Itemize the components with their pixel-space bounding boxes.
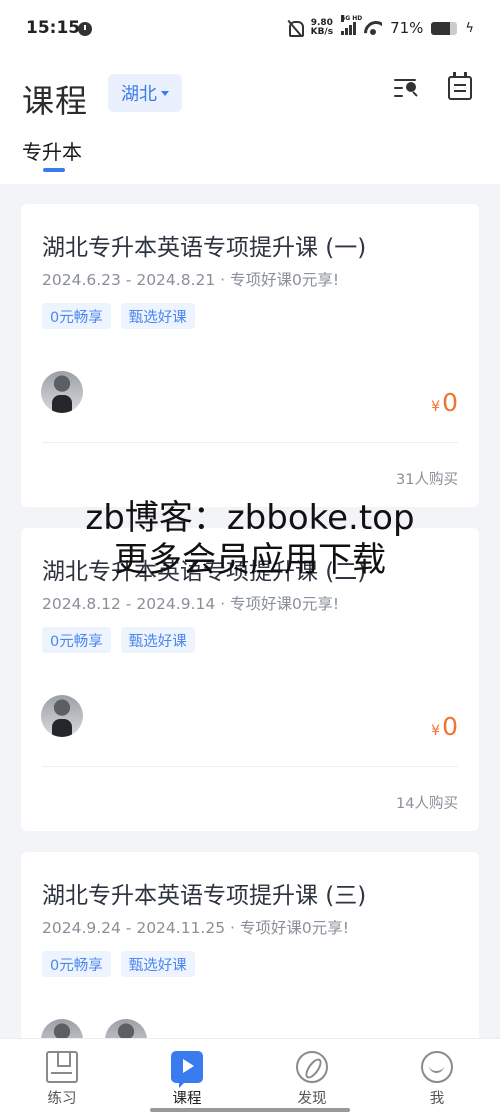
course-meta: 2024.8.12 - 2024.9.14 · 专项好课0元享! (42, 595, 340, 613)
calendar-icon[interactable] (448, 72, 472, 100)
nav-label: 我 (429, 1091, 445, 1107)
compass-icon (296, 1051, 328, 1083)
course-meta: 2024.9.24 - 2024.11.25 · 专项好课0元享! (42, 919, 349, 937)
region-selector[interactable]: 湖北 (108, 74, 182, 112)
price-value: 0 (442, 712, 458, 741)
search-list-icon[interactable] (394, 76, 420, 100)
price-value: 0 (442, 388, 458, 417)
watermark-line: 更多会员应用下载 (114, 540, 386, 580)
nav-item-me[interactable]: 我 (392, 1039, 482, 1115)
avatar (41, 695, 83, 737)
network-speed: 9.80 KB/s (311, 19, 333, 37)
course-tags: 0元畅享 甄选好课 (42, 627, 195, 653)
divider (42, 442, 458, 443)
signal-label: 5G HD (341, 15, 363, 22)
wifi-icon (364, 21, 382, 35)
course-tags: 0元畅享 甄选好课 (42, 303, 195, 329)
nav-item-discover[interactable]: 发现 (267, 1039, 357, 1115)
course-meta: 2024.6.23 - 2024.8.21 · 专项好课0元享! (42, 271, 340, 289)
course-tag: 0元畅享 (42, 951, 111, 977)
tab-indicator (43, 168, 65, 172)
price-currency: ¥ (431, 399, 441, 415)
page-header: 课程 湖北 专升本 (0, 56, 500, 184)
nav-label: 发现 (297, 1091, 327, 1107)
battery-icon (431, 21, 458, 35)
avatar (41, 371, 83, 413)
status-icons: 9.80 KB/s 5G HD 71% ϟ (287, 15, 474, 40)
bell-off-icon (287, 19, 304, 37)
status-bar: 15:15 9.80 KB/s 5G HD 71% ϟ (0, 0, 500, 56)
charging-icon: ϟ (465, 20, 474, 36)
book-icon (46, 1051, 78, 1083)
region-label: 湖北 (121, 84, 157, 105)
nav-label: 课程 (172, 1091, 202, 1107)
course-tag: 甄选好课 (120, 627, 195, 653)
timer-icon (78, 22, 92, 36)
battery-fill (431, 21, 450, 35)
status-time: 15:15 (26, 18, 81, 38)
page-title: 课程 (22, 82, 89, 120)
purchase-count: 31人购买 (396, 472, 458, 488)
price-currency: ¥ (431, 723, 441, 739)
signal-icon: 5G HD (341, 15, 362, 35)
course-tags: 0元畅享 甄选好课 (42, 951, 195, 977)
teacher-avatars (41, 695, 83, 737)
course-price: ¥ 0 (431, 712, 458, 741)
network-speed-unit: KB/s (310, 27, 334, 37)
course-title: 湖北专升本英语专项提升课 (一) (42, 235, 367, 261)
course-card[interactable]: 湖北专升本英语专项提升课 (一) 2024.6.23 - 2024.8.21 ·… (21, 204, 479, 507)
nav-item-practice[interactable]: 练习 (17, 1039, 107, 1115)
battery-percent: 71% (390, 19, 424, 37)
course-tag: 0元畅享 (42, 303, 111, 329)
nav-label: 练习 (47, 1091, 77, 1107)
course-tag: 甄选好课 (120, 951, 195, 977)
teacher-avatars (41, 371, 83, 413)
nav-item-courses[interactable]: 课程 (142, 1039, 232, 1115)
play-icon (171, 1051, 203, 1088)
home-indicator[interactable] (150, 1108, 350, 1112)
tab-zhuanshengben[interactable]: 专升本 (22, 136, 82, 165)
course-price: ¥ 0 (431, 388, 458, 417)
course-tag: 甄选好课 (120, 303, 195, 329)
smile-icon (421, 1051, 453, 1083)
bottom-nav: 练习 课程 发现 我 (0, 1038, 500, 1115)
purchase-count: 14人购买 (396, 796, 458, 812)
divider (42, 766, 458, 767)
course-title: 湖北专升本英语专项提升课 (三) (42, 883, 367, 909)
caret-down-icon (161, 90, 169, 96)
course-tag: 0元畅享 (42, 627, 111, 653)
